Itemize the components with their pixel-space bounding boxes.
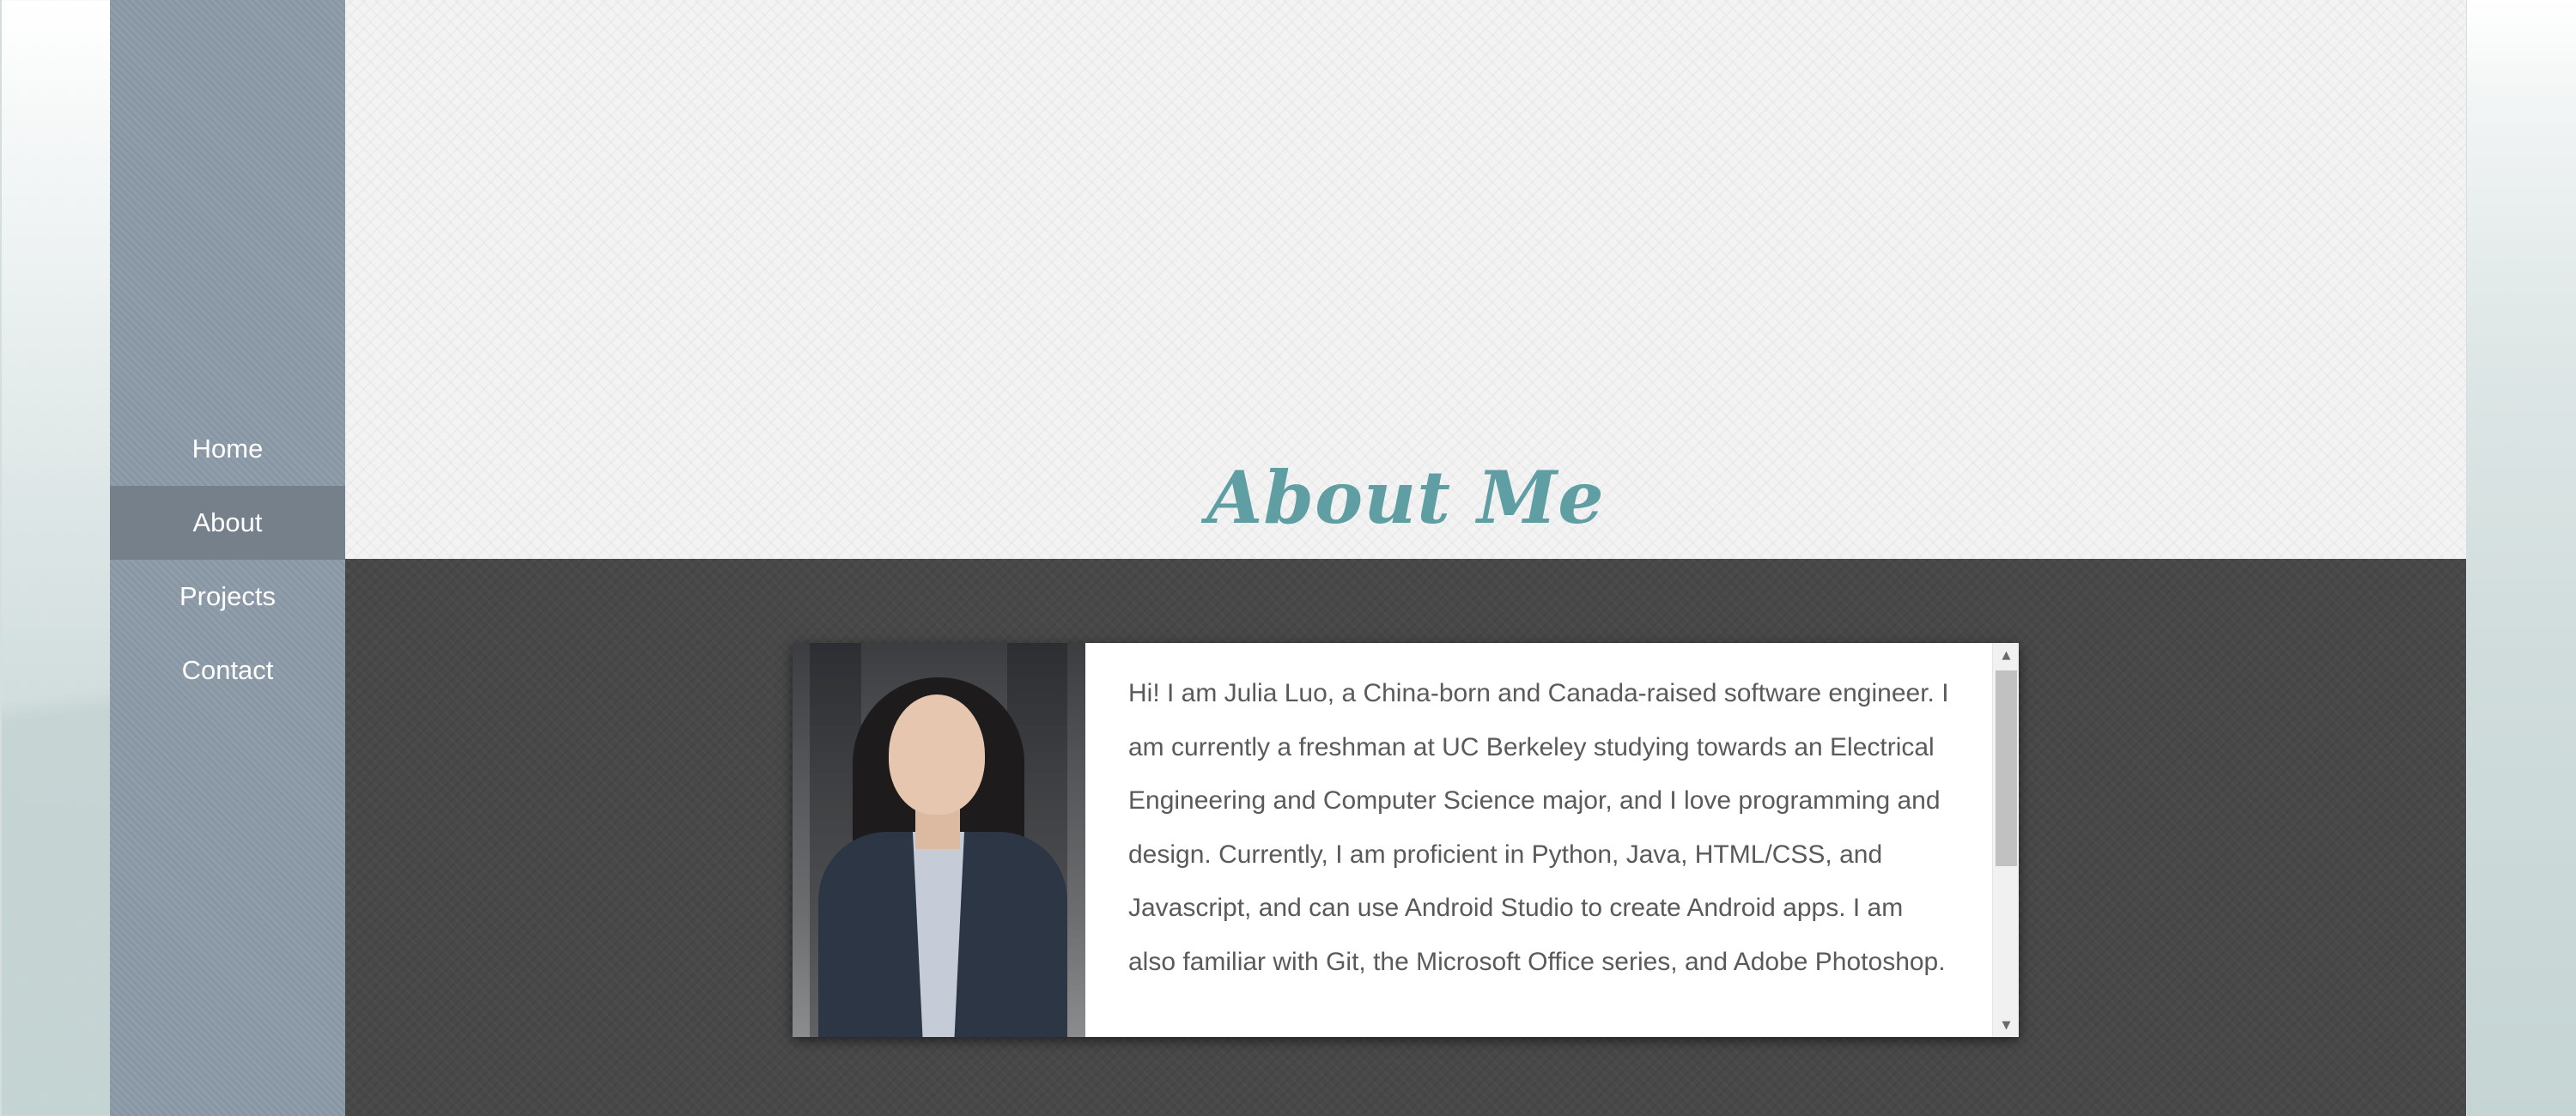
nav-item-label: Contact: [181, 655, 274, 685]
page-backdrop-left: [0, 0, 110, 1116]
sidebar: Home About Projects Contact: [110, 0, 345, 1116]
page-title: About Me: [1206, 455, 1605, 540]
nav-item-home[interactable]: Home: [110, 412, 345, 486]
header-banner: About Me: [345, 0, 2466, 559]
profile-photo: [793, 643, 1085, 1037]
nav-item-label: Projects: [179, 581, 276, 611]
nav-item-projects[interactable]: Projects: [110, 560, 345, 634]
bio-scrollbar[interactable]: ▲ ▼: [1992, 643, 2019, 1037]
page-backdrop-edge: [0, 0, 2, 1116]
bio-text: Hi! I am Julia Luo, a China-born and Can…: [1128, 679, 1949, 976]
nav-item-about[interactable]: About: [110, 486, 345, 560]
about-card: Hi! I am Julia Luo, a China-born and Can…: [793, 643, 2019, 1037]
scroll-thumb[interactable]: [1996, 670, 2017, 866]
scroll-up-icon[interactable]: ▲: [1993, 643, 2019, 667]
scroll-down-icon[interactable]: ▼: [1993, 1013, 2019, 1037]
photo-face: [889, 694, 985, 815]
page-backdrop-right: [2466, 0, 2576, 1116]
nav-item-label: About: [192, 507, 263, 537]
nav-item-label: Home: [191, 434, 264, 464]
nav-menu: Home About Projects Contact: [110, 412, 345, 707]
nav-item-contact[interactable]: Contact: [110, 634, 345, 707]
